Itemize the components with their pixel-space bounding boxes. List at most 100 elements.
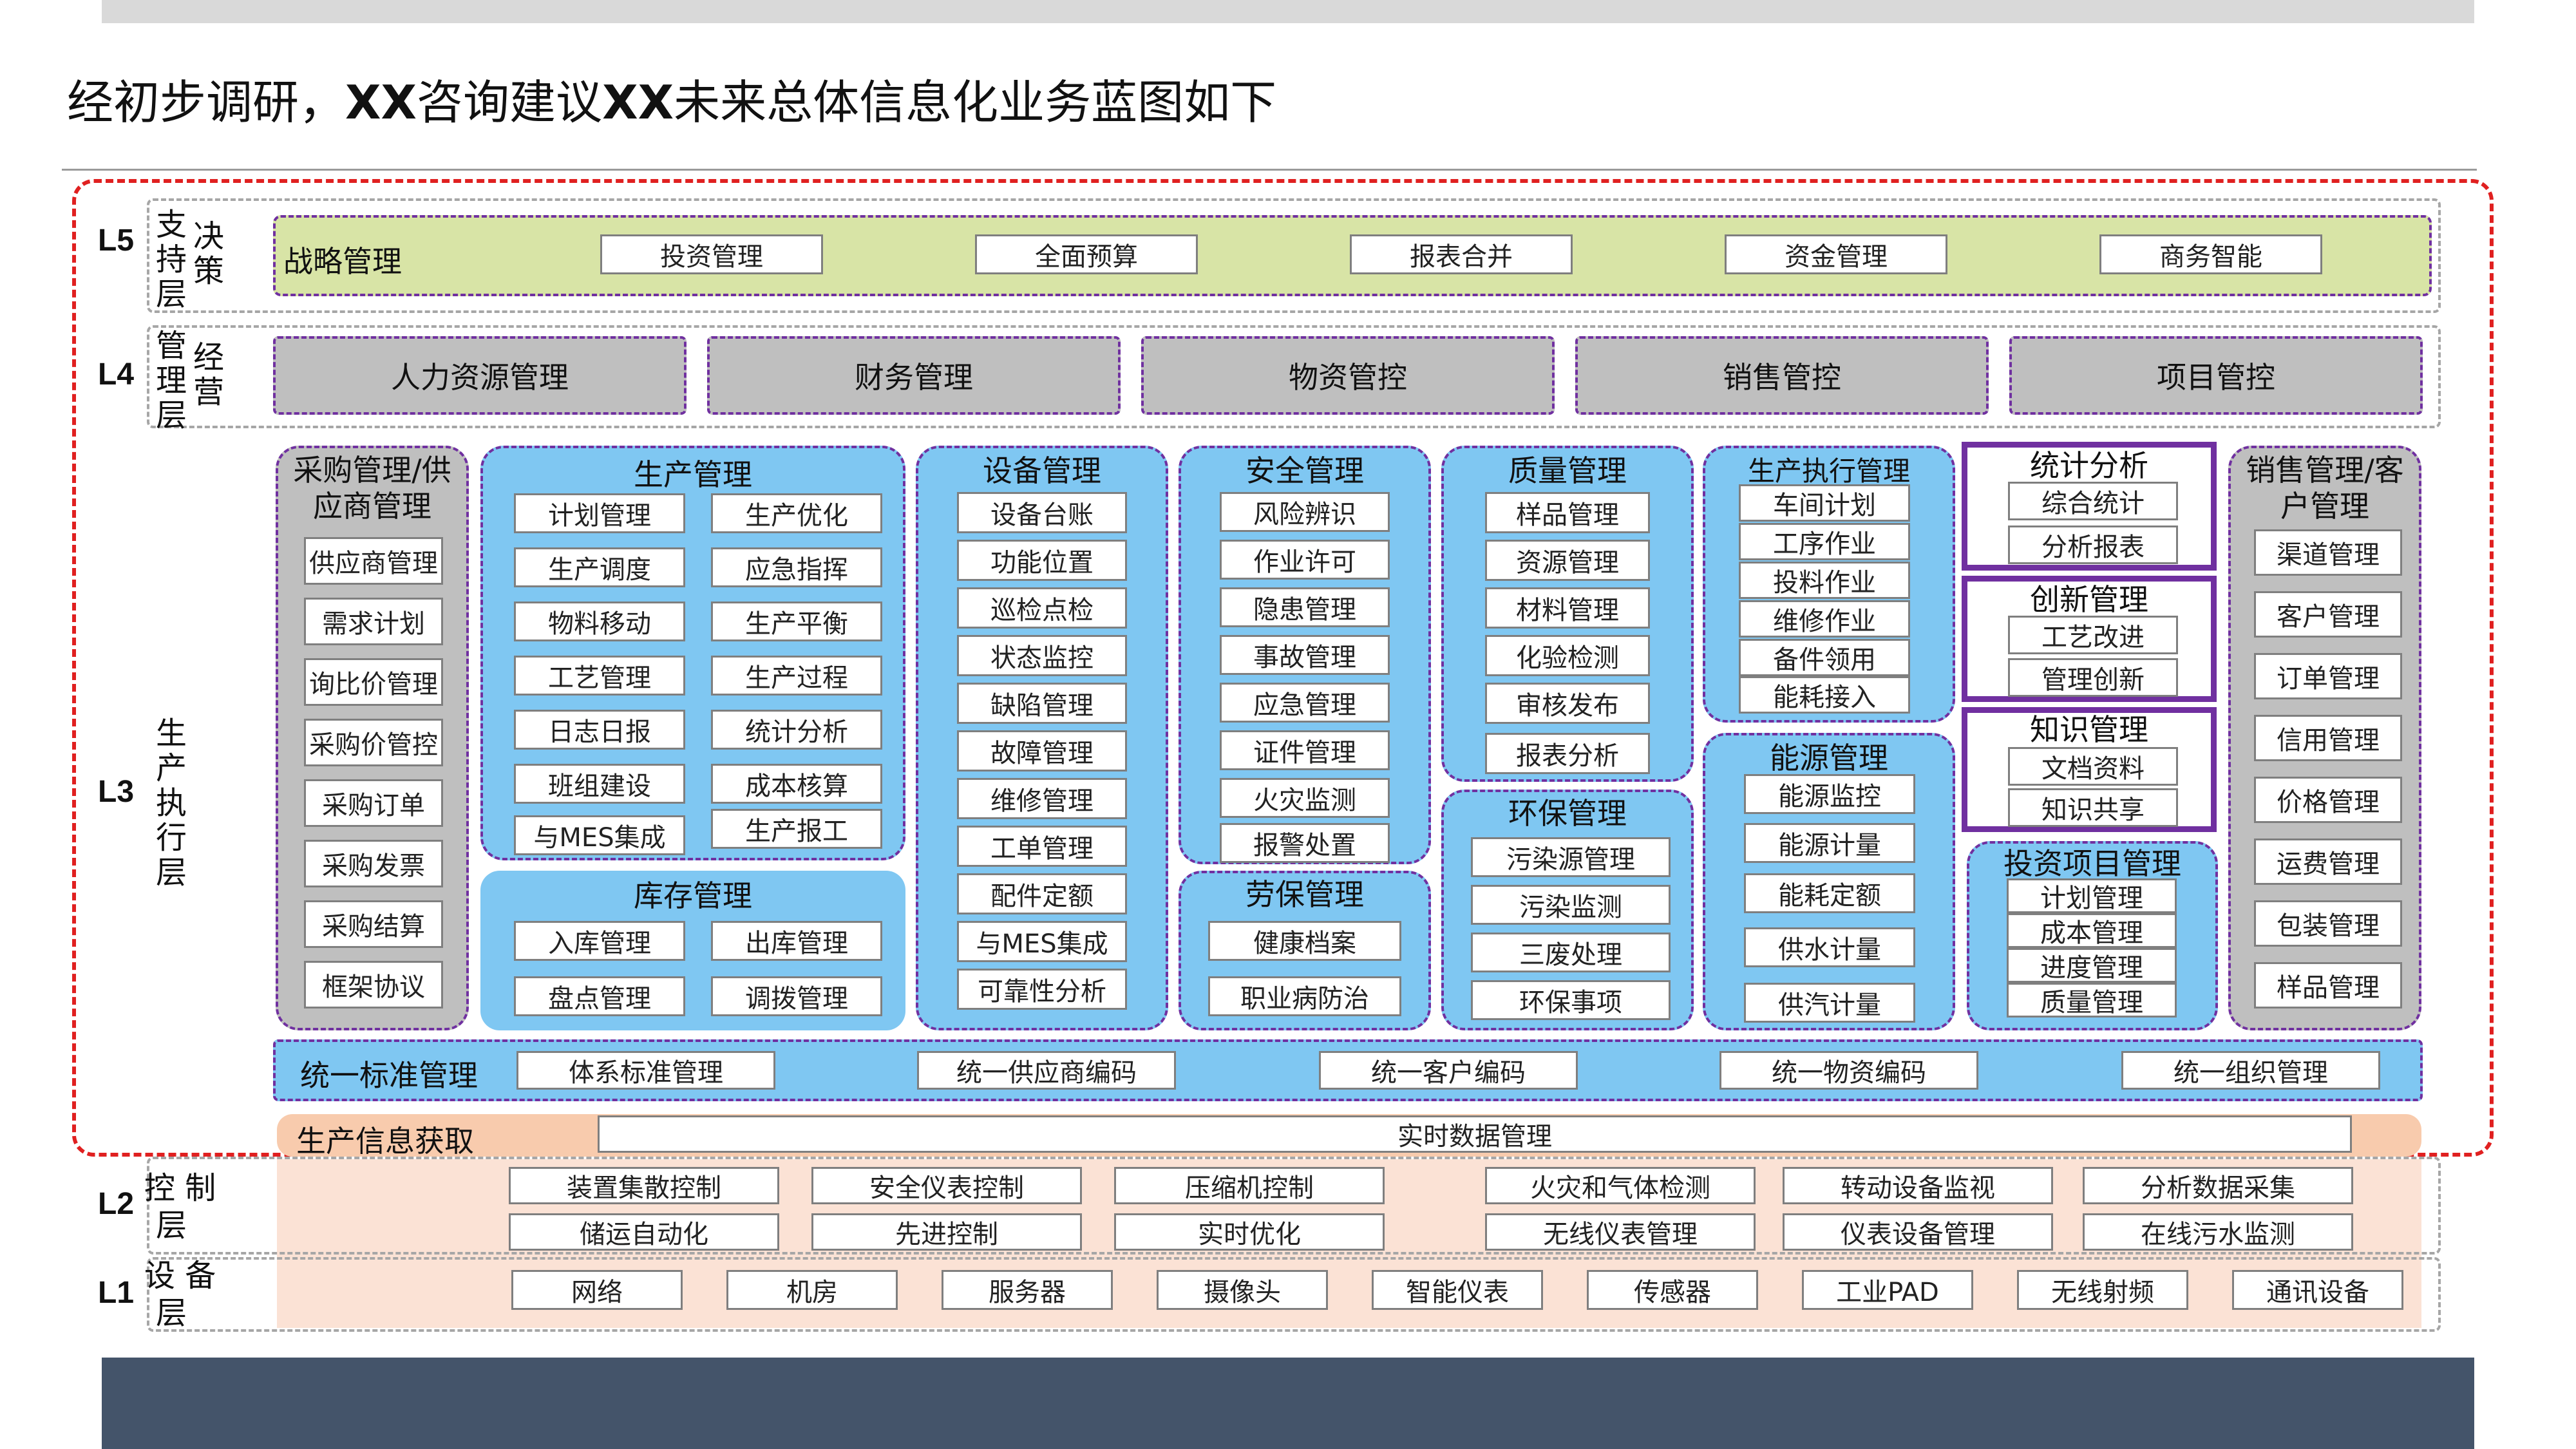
production-item[interactable]: 生产平衡 <box>711 601 882 641</box>
energy-item[interactable]: 供水计量 <box>1744 927 1915 967</box>
equipment-item[interactable]: 状态监控 <box>957 635 1127 676</box>
standard-item[interactable]: 统一供应商编码 <box>917 1051 1176 1090</box>
production-item[interactable]: 与MES集成 <box>514 815 685 855</box>
env-item[interactable]: 三废处理 <box>1471 933 1671 972</box>
l4-module[interactable]: 销售管控 <box>1575 336 1989 415</box>
l4-module[interactable]: 物资管控 <box>1141 336 1555 415</box>
control-item[interactable]: 装置集散控制 <box>509 1167 779 1204</box>
standard-item[interactable]: 统一客户编码 <box>1319 1051 1578 1090</box>
inventory-item[interactable]: 入库管理 <box>514 921 685 961</box>
production-item[interactable]: 计划管理 <box>514 493 685 533</box>
l4-module[interactable]: 人力资源管理 <box>273 336 687 415</box>
inventory-item[interactable]: 调拨管理 <box>711 976 882 1016</box>
control-item[interactable]: 压缩机控制 <box>1114 1167 1385 1204</box>
l4-module[interactable]: 财务管理 <box>707 336 1121 415</box>
purchase-item[interactable]: 询比价管理 <box>304 658 443 706</box>
env-item[interactable]: 污染监测 <box>1471 885 1671 925</box>
control-item[interactable]: 分析数据采集 <box>2083 1167 2353 1204</box>
inventory-item[interactable]: 盘点管理 <box>514 976 685 1016</box>
exec-item[interactable]: 能耗接入 <box>1739 676 1910 714</box>
device-item[interactable]: 网络 <box>511 1270 683 1310</box>
device-item[interactable]: 机房 <box>726 1270 898 1310</box>
invest-item[interactable]: 成本管理 <box>2007 913 2177 948</box>
purchase-item[interactable]: 采购结算 <box>304 900 443 948</box>
purchase-item[interactable]: 采购价管控 <box>304 719 443 766</box>
device-item[interactable]: 智能仪表 <box>1372 1270 1543 1310</box>
production-item[interactable]: 生产报工 <box>711 809 882 849</box>
production-item[interactable]: 成本核算 <box>711 764 882 804</box>
l4-module[interactable]: 项目管控 <box>2009 336 2423 415</box>
energy-item[interactable]: 能源监控 <box>1744 774 1915 814</box>
production-item[interactable]: 日志日报 <box>514 710 685 750</box>
safety-item[interactable]: 应急管理 <box>1220 683 1390 723</box>
equipment-item[interactable]: 缺陷管理 <box>957 683 1127 724</box>
invest-item[interactable]: 质量管理 <box>2007 983 2177 1018</box>
standard-item[interactable]: 体系标准管理 <box>516 1051 775 1090</box>
equipment-item[interactable]: 可靠性分析 <box>957 969 1127 1010</box>
purchase-item[interactable]: 供应商管理 <box>304 537 443 585</box>
purchase-item[interactable]: 需求计划 <box>304 598 443 645</box>
production-item[interactable]: 统计分析 <box>711 710 882 750</box>
labor-item[interactable]: 健康档案 <box>1208 921 1401 961</box>
exec-item[interactable]: 备件领用 <box>1739 639 1910 676</box>
production-item[interactable]: 工艺管理 <box>514 656 685 696</box>
invest-item[interactable]: 计划管理 <box>2007 878 2177 913</box>
control-item[interactable]: 实时优化 <box>1114 1213 1385 1251</box>
sales-item[interactable]: 信用管理 <box>2254 715 2402 761</box>
control-item[interactable]: 转动设备监视 <box>1783 1167 2053 1204</box>
stats-item[interactable]: 分析报表 <box>2008 526 2178 564</box>
l5-item[interactable]: 全面预算 <box>975 234 1198 274</box>
sales-item[interactable]: 价格管理 <box>2254 777 2402 823</box>
control-item[interactable]: 储运自动化 <box>509 1213 779 1251</box>
equipment-item[interactable]: 设备台账 <box>957 492 1127 533</box>
invest-item[interactable]: 进度管理 <box>2007 948 2177 983</box>
safety-item[interactable]: 报警处置 <box>1220 823 1390 863</box>
realtime-data-item[interactable]: 实时数据管理 <box>598 1115 2352 1153</box>
device-item[interactable]: 无线射频 <box>2017 1270 2188 1310</box>
production-item[interactable]: 物料移动 <box>514 601 685 641</box>
l5-item[interactable]: 商务智能 <box>2099 234 2322 274</box>
device-item[interactable]: 摄像头 <box>1157 1270 1328 1310</box>
sales-item[interactable]: 样品管理 <box>2254 962 2402 1009</box>
energy-item[interactable]: 能耗定额 <box>1744 873 1915 913</box>
safety-item[interactable]: 风险辨识 <box>1220 492 1390 532</box>
innovation-item[interactable]: 工艺改进 <box>2008 616 2178 654</box>
device-item[interactable]: 服务器 <box>942 1270 1113 1310</box>
standard-item[interactable]: 统一物资编码 <box>1719 1051 1978 1090</box>
purchase-item[interactable]: 采购订单 <box>304 779 443 827</box>
device-item[interactable]: 通讯设备 <box>2232 1270 2403 1310</box>
quality-item[interactable]: 报表分析 <box>1485 733 1650 774</box>
device-item[interactable]: 工业PAD <box>1802 1270 1973 1310</box>
equipment-item[interactable]: 巡检点检 <box>957 587 1127 629</box>
sales-item[interactable]: 渠道管理 <box>2254 529 2402 576</box>
production-item[interactable]: 生产过程 <box>711 656 882 696</box>
quality-item[interactable]: 材料管理 <box>1485 587 1650 629</box>
quality-item[interactable]: 审核发布 <box>1485 683 1650 724</box>
env-item[interactable]: 污染源管理 <box>1471 837 1671 877</box>
knowledge-item[interactable]: 知识共享 <box>2008 788 2178 827</box>
l5-item[interactable]: 报表合并 <box>1350 234 1573 274</box>
labor-item[interactable]: 职业病防治 <box>1208 976 1401 1016</box>
safety-item[interactable]: 火灾监测 <box>1220 778 1390 818</box>
equipment-item[interactable]: 与MES集成 <box>957 921 1127 962</box>
production-item[interactable]: 生产调度 <box>514 547 685 587</box>
l5-item[interactable]: 投资管理 <box>600 234 823 274</box>
control-item[interactable]: 在线污水监测 <box>2083 1213 2353 1251</box>
equipment-item[interactable]: 工单管理 <box>957 826 1127 867</box>
purchase-item[interactable]: 采购发票 <box>304 840 443 887</box>
equipment-item[interactable]: 配件定额 <box>957 873 1127 914</box>
safety-item[interactable]: 证件管理 <box>1220 730 1390 770</box>
stats-item[interactable]: 综合统计 <box>2008 482 2178 520</box>
exec-item[interactable]: 维修作业 <box>1739 600 1910 638</box>
exec-item[interactable]: 工序作业 <box>1739 523 1910 560</box>
standard-item[interactable]: 统一组织管理 <box>2121 1051 2380 1090</box>
control-item[interactable]: 先进控制 <box>811 1213 1082 1251</box>
equipment-item[interactable]: 故障管理 <box>957 730 1127 772</box>
safety-item[interactable]: 作业许可 <box>1220 540 1390 580</box>
energy-item[interactable]: 供汽计量 <box>1744 983 1915 1023</box>
production-item[interactable]: 生产优化 <box>711 493 882 533</box>
sales-item[interactable]: 订单管理 <box>2254 653 2402 699</box>
purchase-item[interactable]: 框架协议 <box>304 961 443 1009</box>
equipment-item[interactable]: 维修管理 <box>957 778 1127 819</box>
safety-item[interactable]: 事故管理 <box>1220 635 1390 675</box>
